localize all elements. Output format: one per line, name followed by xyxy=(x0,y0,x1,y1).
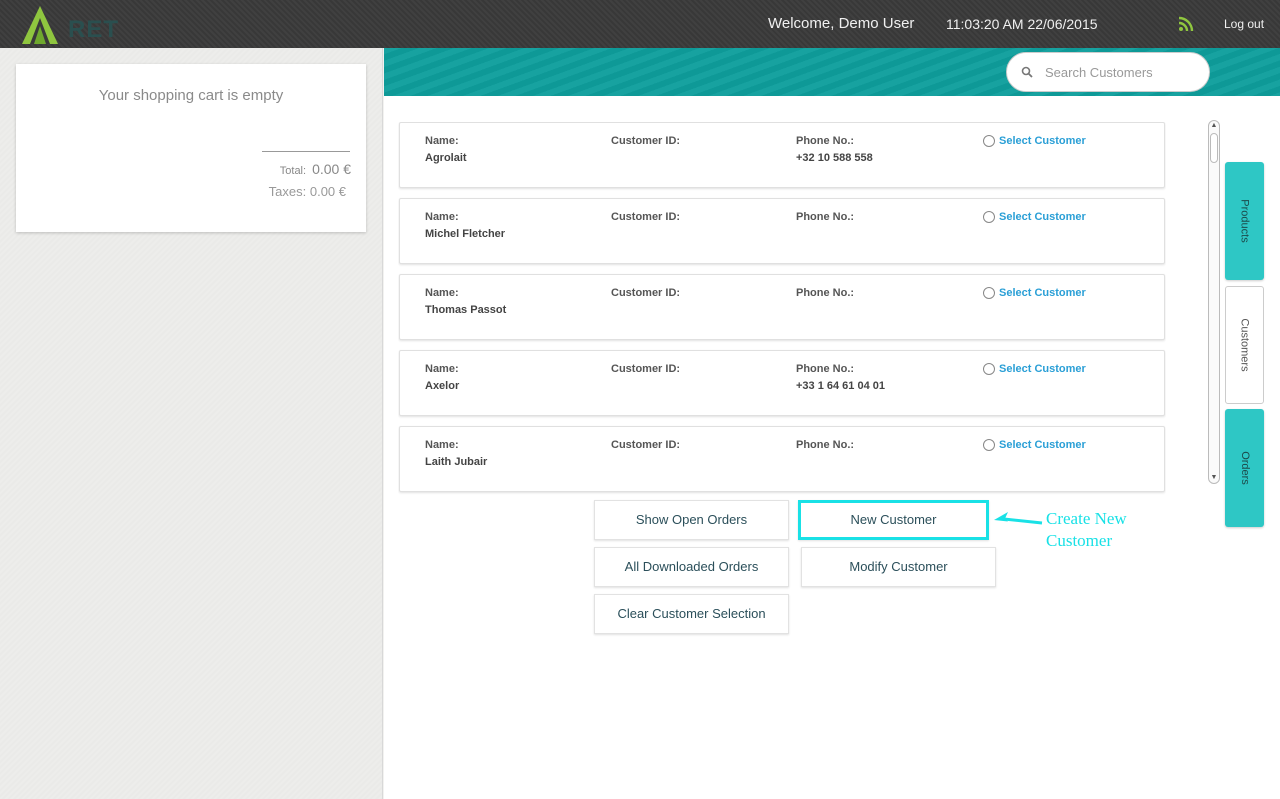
welcome-message: Welcome, Demo User xyxy=(768,15,915,32)
scroll-up-arrow-icon[interactable]: ▲ xyxy=(1210,122,1218,130)
annotation-line-1: Create New xyxy=(1046,509,1127,528)
phone-label: Phone No.: xyxy=(796,363,855,375)
radio-icon[interactable] xyxy=(983,439,995,451)
radio-icon[interactable] xyxy=(983,135,995,147)
phone-label: Phone No.: xyxy=(796,439,855,451)
customer-id-label: Customer ID: xyxy=(611,135,681,147)
select-customer-label[interactable]: Select Customer xyxy=(999,363,1086,375)
select-customer-label[interactable]: Select Customer xyxy=(999,211,1086,223)
select-customer-label[interactable]: Select Customer xyxy=(999,439,1086,451)
scroll-thumb[interactable] xyxy=(1210,133,1218,163)
annotation-label: Create New Customer xyxy=(1046,508,1127,552)
customer-name: Michel Fletcher xyxy=(425,228,506,240)
search-input[interactable] xyxy=(1045,64,1195,80)
name-label: Name: xyxy=(425,439,459,451)
select-customer-radio[interactable]: Select Customer xyxy=(983,135,1086,147)
total-value: 0.00 € xyxy=(312,161,351,177)
customer-row: Name: Agrolait Customer ID: Phone No.: +32… xyxy=(399,122,1165,188)
shopping-cart: Your shopping cart is empty Total: 0.00 €… xyxy=(16,64,366,232)
top-bar: RET Welcome, Demo User 11:03:20 AM 22/06… xyxy=(0,0,1280,48)
select-customer-label[interactable]: Select Customer xyxy=(999,135,1086,147)
annotation-line-2: Customer xyxy=(1046,531,1113,550)
tab-customers-label: Customers xyxy=(1238,318,1251,372)
name-label: Name: xyxy=(425,211,459,223)
radio-icon[interactable] xyxy=(983,211,995,223)
radio-icon[interactable] xyxy=(983,363,995,375)
total-label: Total: xyxy=(279,165,307,177)
cart-total: Total: 0.00 € xyxy=(280,161,351,177)
cart-taxes: Taxes: 0.00 € xyxy=(268,184,346,199)
customer-name: Agrolait xyxy=(425,152,467,164)
all-downloaded-orders-button[interactable]: All Downloaded Orders xyxy=(594,547,789,587)
customer-name: Laith Jubair xyxy=(425,456,488,468)
customer-phone: +32 10 588 558 xyxy=(796,152,873,164)
modify-customer-button[interactable]: Modify Customer xyxy=(801,547,996,587)
logout-link[interactable]: Log out xyxy=(1224,17,1264,31)
select-customer-radio[interactable]: Select Customer xyxy=(983,363,1086,375)
new-customer-button[interactable]: New Customer xyxy=(798,500,989,540)
annotation-arrow-icon xyxy=(994,512,1043,525)
scroll-down-arrow-icon[interactable]: ▼ xyxy=(1210,474,1218,482)
customer-id-label: Customer ID: xyxy=(611,287,681,299)
left-panel: Your shopping cart is empty Total: 0.00 €… xyxy=(0,48,383,799)
customer-id-label: Customer ID: xyxy=(611,211,681,223)
logo-text: RET xyxy=(68,16,119,43)
customer-row: Name: Laith Jubair Customer ID: Phone No.… xyxy=(399,426,1165,492)
customer-id-label: Customer ID: xyxy=(611,363,681,375)
select-customer-radio[interactable]: Select Customer xyxy=(983,439,1086,451)
tab-products[interactable]: Products xyxy=(1225,162,1264,280)
customer-phone: +33 1 64 61 04 01 xyxy=(796,380,885,392)
search-bar-header xyxy=(384,48,1280,96)
radio-icon[interactable] xyxy=(983,287,995,299)
phone-label: Phone No.: xyxy=(796,211,855,223)
name-label: Name: xyxy=(425,135,459,147)
show-open-orders-button[interactable]: Show Open Orders xyxy=(594,500,789,540)
customer-name: Axelor xyxy=(425,380,460,392)
name-label: Name: xyxy=(425,287,459,299)
select-customer-label[interactable]: Select Customer xyxy=(999,287,1086,299)
rss-icon[interactable] xyxy=(1178,16,1194,32)
customer-row: Name: Axelor Customer ID: Phone No.: +33 1… xyxy=(399,350,1165,416)
date-time: 11:03:20 AM 22/06/2015 xyxy=(946,16,1098,32)
phone-label: Phone No.: xyxy=(796,287,855,299)
app-logo: RET xyxy=(18,4,118,46)
tab-orders[interactable]: Orders xyxy=(1225,409,1264,527)
name-label: Name: xyxy=(425,363,459,375)
select-customer-radio[interactable]: Select Customer xyxy=(983,287,1086,299)
clear-customer-selection-button[interactable]: Clear Customer Selection xyxy=(594,594,789,634)
search-icon xyxy=(1021,66,1033,78)
customer-id-label: Customer ID: xyxy=(611,439,681,451)
phone-label: Phone No.: xyxy=(796,135,855,147)
cart-divider xyxy=(262,151,350,152)
select-customer-radio[interactable]: Select Customer xyxy=(983,211,1086,223)
cart-empty-message: Your shopping cart is empty xyxy=(98,87,284,104)
main-panel: Name: Agrolait Customer ID: Phone No.: +32… xyxy=(384,48,1280,799)
tab-products-label: Products xyxy=(1238,199,1251,243)
customer-list[interactable]: Name: Agrolait Customer ID: Phone No.: +32… xyxy=(398,122,1166,534)
customer-row: Name: Michel Fletcher Customer ID: Phone … xyxy=(399,198,1165,264)
list-scrollbar[interactable]: ▲ ▼ xyxy=(1208,120,1220,484)
customer-row: Name: Thomas Passot Customer ID: Phone No… xyxy=(399,274,1165,340)
search-box[interactable] xyxy=(1006,52,1210,92)
tab-orders-label: Orders xyxy=(1238,451,1251,485)
tab-customers[interactable]: Customers xyxy=(1225,286,1264,404)
customer-name: Thomas Passot xyxy=(425,304,507,316)
